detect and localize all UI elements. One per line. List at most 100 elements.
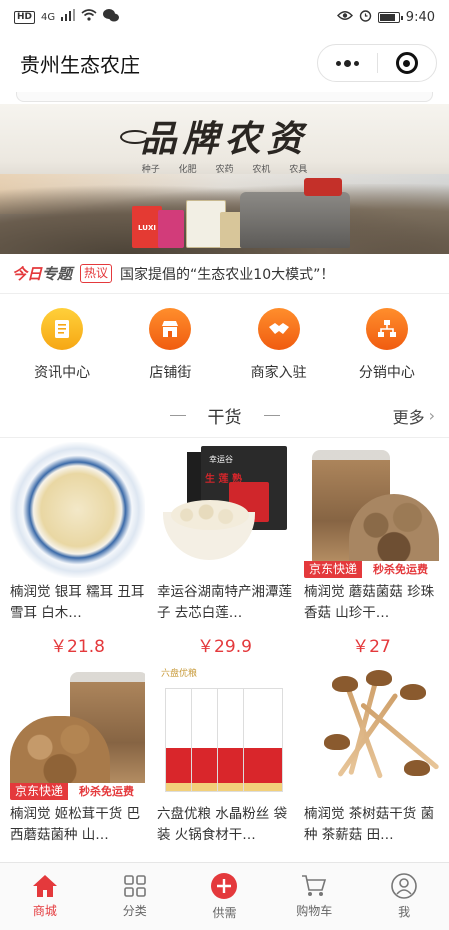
ticker-text[interactable]: 国家提倡的“生态农业10大模式”！ <box>120 264 334 284</box>
target-close-icon <box>395 52 418 74</box>
product-image[interactable]: 六盘优粮 <box>157 664 292 800</box>
cart-icon <box>301 874 327 898</box>
chevron-right-icon: › <box>428 406 435 425</box>
signal-icon <box>61 9 76 25</box>
battery-icon <box>377 11 403 23</box>
product-card[interactable]: 楠润觉 茶树菇干货 菌种 茶薪菇 田… <box>298 664 445 882</box>
product-name: 楠润觉 蘑菇菌菇 珍珠香菇 山珍干… <box>304 584 435 621</box>
promo-badge-row: 京东快递 秒杀免运费 <box>10 783 145 800</box>
today-topic-tag: 今日专题 <box>12 263 72 284</box>
banner-product-bag-2 <box>158 210 184 248</box>
home-icon <box>32 874 58 898</box>
section-header-dried-goods: 干货 更多 › <box>0 394 449 438</box>
org-chart-icon <box>365 308 408 350</box>
more-dots-icon <box>335 59 359 67</box>
flash-sale-badge: 秒杀免运费 <box>362 561 439 578</box>
grid-icon <box>123 874 147 898</box>
tab-label: 购物车 <box>296 904 333 918</box>
search-bar[interactable] <box>16 92 433 102</box>
product-image[interactable]: 京东快递 秒杀免运费 <box>10 664 145 800</box>
hd-indicator: HD <box>14 10 36 24</box>
product-name: 楠润觉 姬松茸干货 巴西蘑菇菌种 山… <box>10 806 141 843</box>
user-icon <box>391 873 417 899</box>
banner-subtitle: 种子 化肥 农药 农机 农具 <box>141 165 308 175</box>
title-bar: 贵州生态农庄 <box>0 34 449 92</box>
product-card[interactable]: 京东快递 秒杀免运费 楠润觉 蘑菇菌菇 珍珠香菇 山珍干… ￥27 <box>298 442 445 660</box>
quick-menu: 资讯中心 店铺街 商家入驻 分销中心 <box>0 294 449 394</box>
package-brand: 幸运谷 <box>209 455 233 464</box>
section-title: 干货 <box>207 408 242 428</box>
banner-tractor <box>240 178 350 248</box>
menu-label-merchant: 商家入驻 <box>250 365 307 381</box>
mushroom-cap <box>332 676 358 692</box>
hot-badge: 热议 <box>80 264 113 283</box>
tab-label: 商城 <box>32 904 57 918</box>
tab-label: 我 <box>398 905 411 919</box>
product-image[interactable] <box>10 442 145 578</box>
page-title: 贵州生态农庄 <box>20 52 140 77</box>
product-card[interactable]: 京东快递 秒杀免运费 楠润觉 姬松茸干货 巴西蘑菇菌种 山… <box>4 664 151 882</box>
product-image[interactable] <box>304 664 439 800</box>
alarm-icon <box>359 9 372 26</box>
today-tag-part2: 专题 <box>42 265 73 283</box>
menu-label-distribution: 分销中心 <box>358 365 415 381</box>
bottom-tab-bar: 商城 分类 供需 购物车 我 <box>0 862 449 930</box>
banner-title: 品牌农资 <box>140 118 309 160</box>
today-tag-part1: 今日 <box>12 265 43 283</box>
wifi-icon <box>81 9 97 25</box>
news-ticker[interactable]: 今日专题 热议 国家提倡的“生态农业10大模式”！ <box>0 254 449 294</box>
mushroom-cap <box>366 670 392 686</box>
section-line-left <box>169 415 186 416</box>
tab-label: 供需 <box>212 906 237 920</box>
product-image[interactable]: 京东快递 秒杀免运费 <box>304 442 439 578</box>
mushroom-cap <box>404 760 430 776</box>
tab-label: 分类 <box>122 904 147 918</box>
product-card[interactable]: 幸运谷 生 莲 熟 幸运谷湖南特产湘潭莲子 去芯白莲… ￥29.9 <box>151 442 298 660</box>
product-name: 六盘优粮 水晶粉丝 袋装 火锅食材干… <box>157 806 288 843</box>
tab-cart[interactable]: 购物车 <box>269 863 359 930</box>
menu-item-store[interactable]: 店铺街 <box>116 308 224 394</box>
tab-supply-demand[interactable]: 供需 <box>180 863 270 930</box>
product-price: ￥21.8 <box>50 637 105 657</box>
more-label: 更多 <box>392 407 425 427</box>
menu-item-distribution[interactable]: 分销中心 <box>333 308 441 394</box>
close-button[interactable] <box>378 45 437 81</box>
flash-sale-badge: 秒杀免运费 <box>68 783 145 800</box>
jd-express-badge: 京东快递 <box>10 783 69 800</box>
tab-category[interactable]: 分类 <box>90 863 180 930</box>
menu-item-merchant[interactable]: 商家入驻 <box>225 308 333 394</box>
promo-badge-row: 京东快递 秒杀免运费 <box>304 561 439 578</box>
clock-time: 9:40 <box>405 9 435 25</box>
menu-item-news[interactable]: 资讯中心 <box>8 308 116 394</box>
promo-banner[interactable]: 品牌农资 种子 化肥 农药 农机 农具 LUXI <box>0 104 449 254</box>
mushroom-cap <box>324 734 350 750</box>
tab-me[interactable]: 我 <box>359 863 449 930</box>
store-icon <box>149 308 192 350</box>
network-type: 4G <box>41 11 56 23</box>
brand-logo: 六盘优粮 <box>161 669 198 679</box>
plus-circle-icon <box>210 872 238 900</box>
product-name: 楠润觉 茶树菇干货 菌种 茶薪菇 田… <box>304 806 435 843</box>
eye-icon <box>336 10 353 25</box>
more-button[interactable] <box>318 45 377 81</box>
product-name: 楠润觉 银耳 糯耳 丑耳 雪耳 白木… <box>10 584 145 621</box>
product-card[interactable]: 楠润觉 银耳 糯耳 丑耳 雪耳 白木… ￥21.8 <box>4 442 151 660</box>
product-price: ￥27 <box>352 637 391 657</box>
news-icon <box>41 308 84 350</box>
product-price: ￥29.9 <box>197 637 252 657</box>
section-line-right <box>263 415 280 416</box>
product-grid: 楠润觉 银耳 糯耳 丑耳 雪耳 白木… ￥21.8 幸运谷 生 莲 熟 幸运谷湖… <box>0 438 449 882</box>
status-left: HD 4G <box>14 8 120 26</box>
tab-mall[interactable]: 商城 <box>0 863 90 930</box>
menu-label-news: 资讯中心 <box>34 365 91 381</box>
product-card[interactable]: 六盘优粮 六盘优粮 水晶粉丝 袋装 火锅食材干… <box>151 664 298 882</box>
vermicelli-pack <box>243 688 283 792</box>
more-link[interactable]: 更多 › <box>393 404 435 428</box>
menu-label-store: 店铺街 <box>149 365 192 381</box>
status-right: 9:40 <box>336 9 435 26</box>
handshake-icon <box>257 308 300 350</box>
product-image[interactable]: 幸运谷 生 莲 熟 <box>157 442 292 578</box>
wechat-icon <box>103 8 120 26</box>
status-bar: HD 4G 9:40 <box>0 0 449 34</box>
mushroom-cap <box>400 684 426 700</box>
